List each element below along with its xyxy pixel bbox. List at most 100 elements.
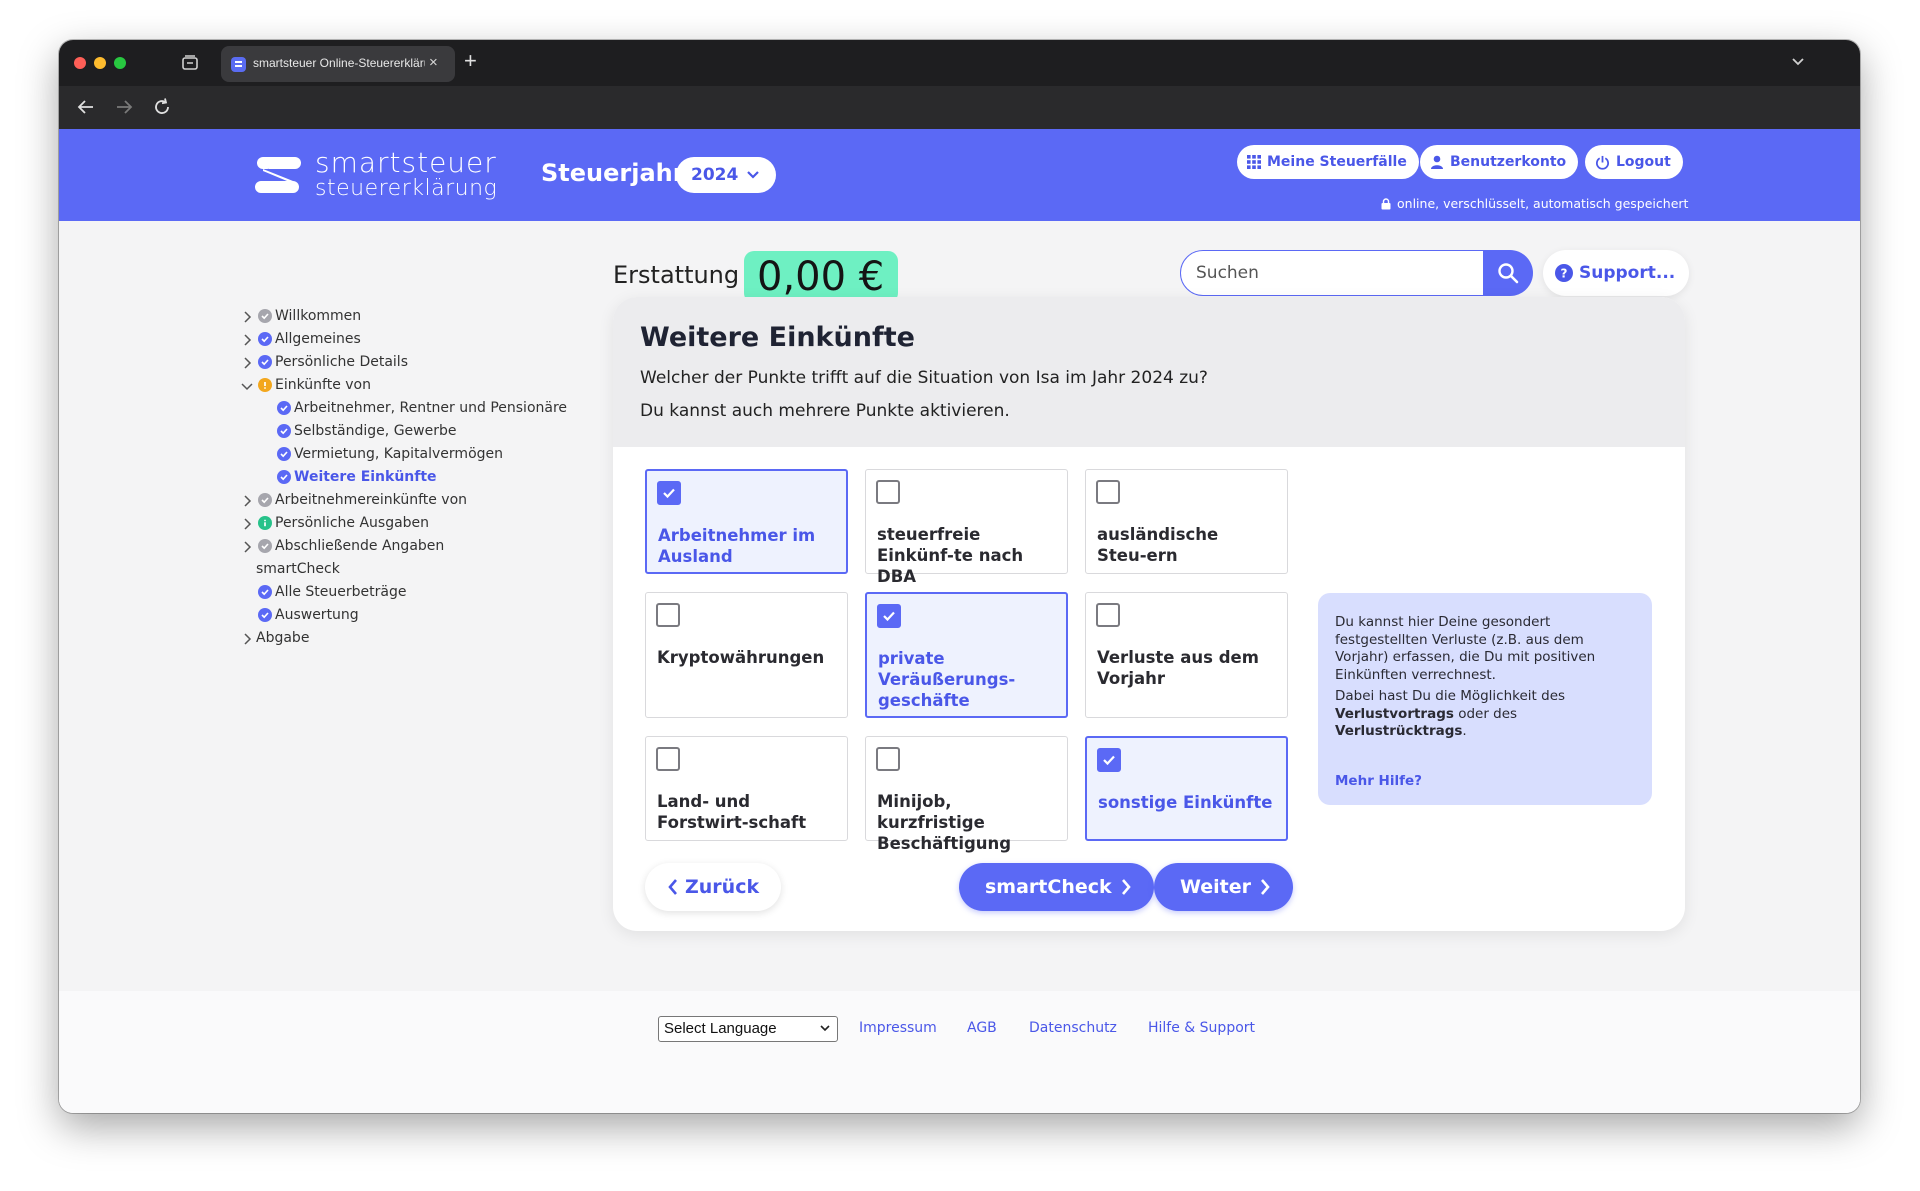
brand-line-1: smartsteuer xyxy=(315,146,497,179)
option-kryptowaehrungen[interactable]: Kryptowährungen xyxy=(645,592,848,718)
option-private-veraeusserungsgeschaefte[interactable]: private Veräußerungs-geschäfte xyxy=(865,592,1068,718)
power-icon xyxy=(1595,155,1610,170)
checkbox[interactable] xyxy=(1096,480,1120,504)
browser-window: smartsteuer Online-Steuererklärung × + s… xyxy=(59,40,1860,1113)
option-sonstige-einkuenfte[interactable]: sonstige Einkünfte xyxy=(1085,736,1288,841)
more-help-link[interactable]: Mehr Hilfe? xyxy=(1335,773,1422,791)
reload-icon[interactable] xyxy=(151,96,173,118)
checkbox[interactable] xyxy=(656,747,680,771)
sidebar-item-einkuenfte-von[interactable]: Einkünfte von xyxy=(258,375,371,395)
tab-close-icon[interactable]: × xyxy=(429,54,438,71)
chevron-right-icon[interactable] xyxy=(240,309,254,323)
refund-label: Erstattung xyxy=(613,261,740,289)
chevron-right-icon[interactable] xyxy=(240,355,254,369)
search-field[interactable] xyxy=(1180,250,1484,296)
question-text: Welcher der Punkte trifft auf die Situat… xyxy=(640,368,1208,388)
sidebar-item-auswertung[interactable]: Auswertung xyxy=(258,605,359,625)
checkbox[interactable] xyxy=(656,603,680,627)
sidebar-item-arbeitnehmereinkuenfte[interactable]: Arbeitnehmereinkünfte von xyxy=(258,490,467,510)
sidebar-item-smartcheck[interactable]: smartCheck xyxy=(256,559,340,579)
checkbox-checked[interactable] xyxy=(657,481,681,505)
tab-overview-icon[interactable] xyxy=(179,52,201,74)
smartcheck-button[interactable]: smartCheck xyxy=(959,863,1154,911)
hint-text: Du kannst auch mehrere Punkte aktivieren… xyxy=(640,401,1010,421)
search-button[interactable] xyxy=(1483,250,1533,296)
chevron-right-icon[interactable] xyxy=(240,332,254,346)
sidebar-item-label: Weitere Einkünfte xyxy=(294,469,437,485)
option-minijob[interactable]: Minijob, kurzfristige Beschäftigung xyxy=(865,736,1068,853)
check-circle-icon xyxy=(258,608,272,622)
option-land-forstwirtschaft[interactable]: Land- und Forstwirt-schaft xyxy=(645,736,848,841)
sidebar-item-willkommen[interactable]: Willkommen xyxy=(258,306,361,326)
support-button[interactable]: ? Support... xyxy=(1543,250,1690,296)
maximize-window-button[interactable] xyxy=(114,57,126,69)
sidebar-item-label: Willkommen xyxy=(275,308,362,324)
next-button[interactable]: Weiter xyxy=(1154,863,1294,911)
minimize-window-button[interactable] xyxy=(94,57,106,69)
sidebar-item-label: smartCheck xyxy=(256,561,340,577)
forward-arrow-icon[interactable] xyxy=(113,96,135,118)
option-label: steuerfreie Einkünf-te nach DBA xyxy=(877,525,1024,586)
footer-link-hilfe-support[interactable]: Hilfe & Support xyxy=(1148,1020,1255,1036)
option-arbeitnehmer-ausland[interactable]: Arbeitnehmer im Ausland xyxy=(645,469,848,574)
sidebar-item-alle-steuerbetraege[interactable]: Alle Steuerbeträge xyxy=(258,582,406,602)
user-account-button[interactable]: Benutzerkonto xyxy=(1420,145,1579,179)
app-header: smartsteuer steuererklärung Steuerjahr 2… xyxy=(59,129,1860,221)
checkbox[interactable] xyxy=(1096,603,1120,627)
checkbox-checked[interactable] xyxy=(877,604,901,628)
tax-year-value: 2024 xyxy=(691,165,739,185)
tab-list-chevron-icon[interactable] xyxy=(1790,53,1806,73)
close-window-button[interactable] xyxy=(74,57,86,69)
my-tax-cases-button[interactable]: Meine Steuerfälle xyxy=(1237,145,1419,179)
chevron-right-icon[interactable] xyxy=(240,516,254,530)
logout-button[interactable]: Logout xyxy=(1585,145,1683,179)
check-circle-icon xyxy=(258,539,272,553)
footer-link-agb[interactable]: AGB xyxy=(967,1020,997,1036)
chevron-right-icon[interactable] xyxy=(240,539,254,553)
checkbox-checked[interactable] xyxy=(1097,748,1121,772)
user-icon xyxy=(1431,155,1443,169)
chevron-left-icon xyxy=(668,879,677,895)
search-input[interactable] xyxy=(1181,251,1476,294)
sidebar-subitem-arbeitnehmer[interactable]: Arbeitnehmer, Rentner und Pensionäre xyxy=(277,398,567,418)
grid-icon xyxy=(1247,155,1261,169)
checkbox[interactable] xyxy=(876,747,900,771)
chevron-down-icon xyxy=(747,171,760,179)
option-verluste-vorjahr[interactable]: Verluste aus dem Vorjahr xyxy=(1085,592,1288,718)
footer-link-datenschutz[interactable]: Datenschutz xyxy=(1029,1020,1117,1036)
sidebar-item-persoenliche-details[interactable]: Persönliche Details xyxy=(258,352,408,372)
sidebar-item-abschliessende-angaben[interactable]: Abschließende Angaben xyxy=(258,536,444,556)
new-tab-button[interactable]: + xyxy=(464,48,477,74)
smartsteuer-logo-icon[interactable] xyxy=(255,155,301,195)
chevron-right-icon xyxy=(1261,879,1270,895)
option-label: private Veräußerungs-geschäfte xyxy=(878,649,1016,710)
tax-year-select[interactable]: 2024 xyxy=(676,157,777,193)
language-select[interactable]: Select Language xyxy=(658,1016,838,1042)
back-arrow-icon[interactable] xyxy=(75,96,97,118)
chevron-right-icon[interactable] xyxy=(240,493,254,507)
checkbox[interactable] xyxy=(876,480,900,504)
refund-value[interactable]: 0,00 € xyxy=(744,251,899,303)
lock-icon xyxy=(1381,197,1391,209)
sidebar-subitem-vermietung[interactable]: Vermietung, Kapitalvermögen xyxy=(277,444,503,464)
sidebar-item-allgemeines[interactable]: Allgemeines xyxy=(258,329,361,349)
back-button[interactable]: Zurück xyxy=(645,863,782,911)
sidebar-item-persoenliche-ausgaben[interactable]: Persönliche Ausgaben xyxy=(258,513,429,533)
chevron-down-icon[interactable] xyxy=(240,378,254,392)
sidebar-item-label: Allgemeines xyxy=(275,331,361,347)
sidebar-item-label: Arbeitnehmer, Rentner und Pensionäre xyxy=(294,400,568,416)
browser-tab-active[interactable]: smartsteuer Online-Steuererklärung × xyxy=(221,46,455,82)
secure-note-text: online, verschlüsselt, automatisch gespe… xyxy=(1397,196,1689,211)
footer-link-impressum[interactable]: Impressum xyxy=(859,1020,937,1036)
help-text-1: Du kannst hier Deine gesondert festgeste… xyxy=(1335,614,1596,683)
info-circle-icon xyxy=(258,516,272,530)
option-steuerfreie-dba[interactable]: steuerfreie Einkünf-te nach DBA xyxy=(865,469,1068,586)
svg-text:?: ? xyxy=(1561,267,1568,281)
brand-logo-text[interactable]: smartsteuer steuererklärung xyxy=(315,149,497,201)
sidebar-subitem-weitere-einkuenfte[interactable]: Weitere Einkünfte xyxy=(277,467,437,487)
chevron-right-icon[interactable] xyxy=(240,631,254,645)
browser-tab-bar: smartsteuer Online-Steuererklärung × + xyxy=(59,40,1860,86)
sidebar-item-abgabe[interactable]: Abgabe xyxy=(256,628,309,648)
sidebar-subitem-selbstaendige[interactable]: Selbständige, Gewerbe xyxy=(277,421,456,441)
option-auslaendische-steuern[interactable]: ausländische Steu-ern xyxy=(1085,469,1288,574)
